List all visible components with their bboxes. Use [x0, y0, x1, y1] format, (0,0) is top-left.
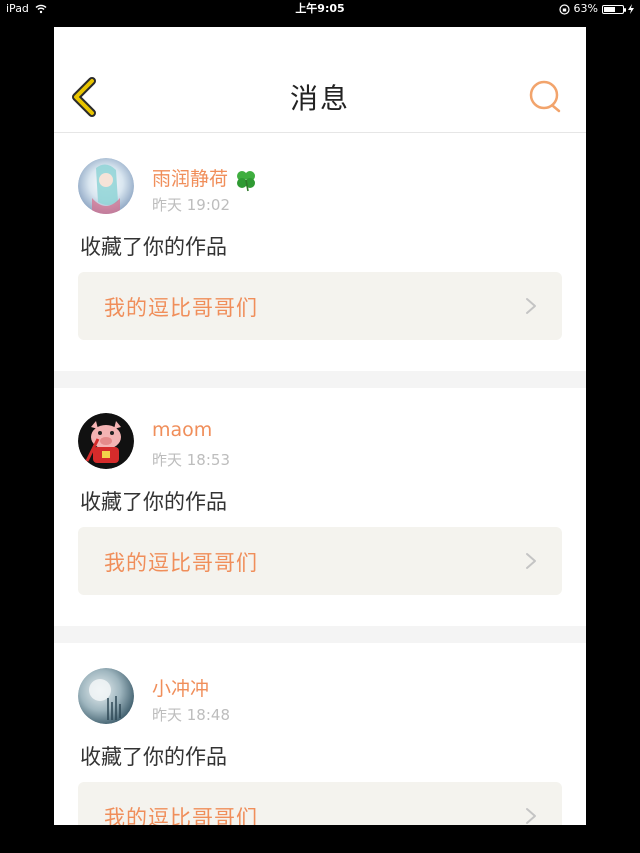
divider — [54, 626, 586, 643]
battery-icon — [602, 4, 626, 14]
user-name-text: 雨润静荷 — [152, 168, 229, 190]
user-name[interactable]: 雨润静荷 — [152, 164, 258, 192]
divider — [54, 371, 586, 388]
message-item: 小冲冲 昨天 18:48 收藏了你的作品 我的逗比哥哥们 — [54, 643, 586, 825]
message-action: 收藏了你的作品 — [80, 745, 227, 769]
charging-icon — [628, 4, 634, 14]
user-name[interactable]: 小冲冲 — [152, 674, 209, 701]
nav-bar: 消息 — [54, 27, 586, 133]
clover-icon — [237, 170, 256, 191]
message-action: 收藏了你的作品 — [80, 235, 227, 259]
work-title: 我的逗比哥哥们 — [104, 806, 258, 825]
rotation-lock-icon — [558, 3, 570, 15]
work-title: 我的逗比哥哥们 — [104, 551, 258, 575]
message-item: 雨润静荷 昨天 19:02 收藏了你的作品 我的逗比哥哥们 — [54, 133, 586, 371]
avatar[interactable] — [78, 413, 134, 469]
work-card[interactable]: 我的逗比哥哥们 — [78, 527, 562, 595]
work-card[interactable]: 我的逗比哥哥们 — [78, 272, 562, 340]
status-right: 63% — [558, 0, 634, 18]
chevron-right-icon — [526, 808, 536, 824]
page-title: 消息 — [289, 82, 350, 115]
avatar[interactable] — [78, 158, 134, 214]
message-time: 昨天 19:02 — [152, 196, 230, 214]
user-name[interactable]: maom — [152, 419, 212, 441]
search-button[interactable] — [528, 79, 564, 115]
chevron-right-icon — [526, 553, 536, 569]
battery-percent: 63% — [573, 2, 598, 15]
work-title: 我的逗比哥哥们 — [104, 296, 258, 320]
message-action: 收藏了你的作品 — [80, 490, 227, 514]
message-time: 昨天 18:53 — [152, 451, 230, 469]
chevron-right-icon — [526, 298, 536, 314]
search-icon — [529, 80, 561, 113]
status-bar: iPad 上午9:05 63% — [0, 0, 640, 18]
avatar[interactable] — [78, 668, 134, 724]
messages-screen: 消息 雨润静荷 昨天 19:02 收藏了你的作品 我的逗比哥哥们 maom 昨天… — [54, 27, 586, 825]
message-time: 昨天 18:48 — [152, 706, 230, 724]
work-card[interactable]: 我的逗比哥哥们 — [78, 782, 562, 825]
message-item: maom 昨天 18:53 收藏了你的作品 我的逗比哥哥们 — [54, 388, 586, 626]
status-time: 上午9:05 — [295, 2, 345, 15]
